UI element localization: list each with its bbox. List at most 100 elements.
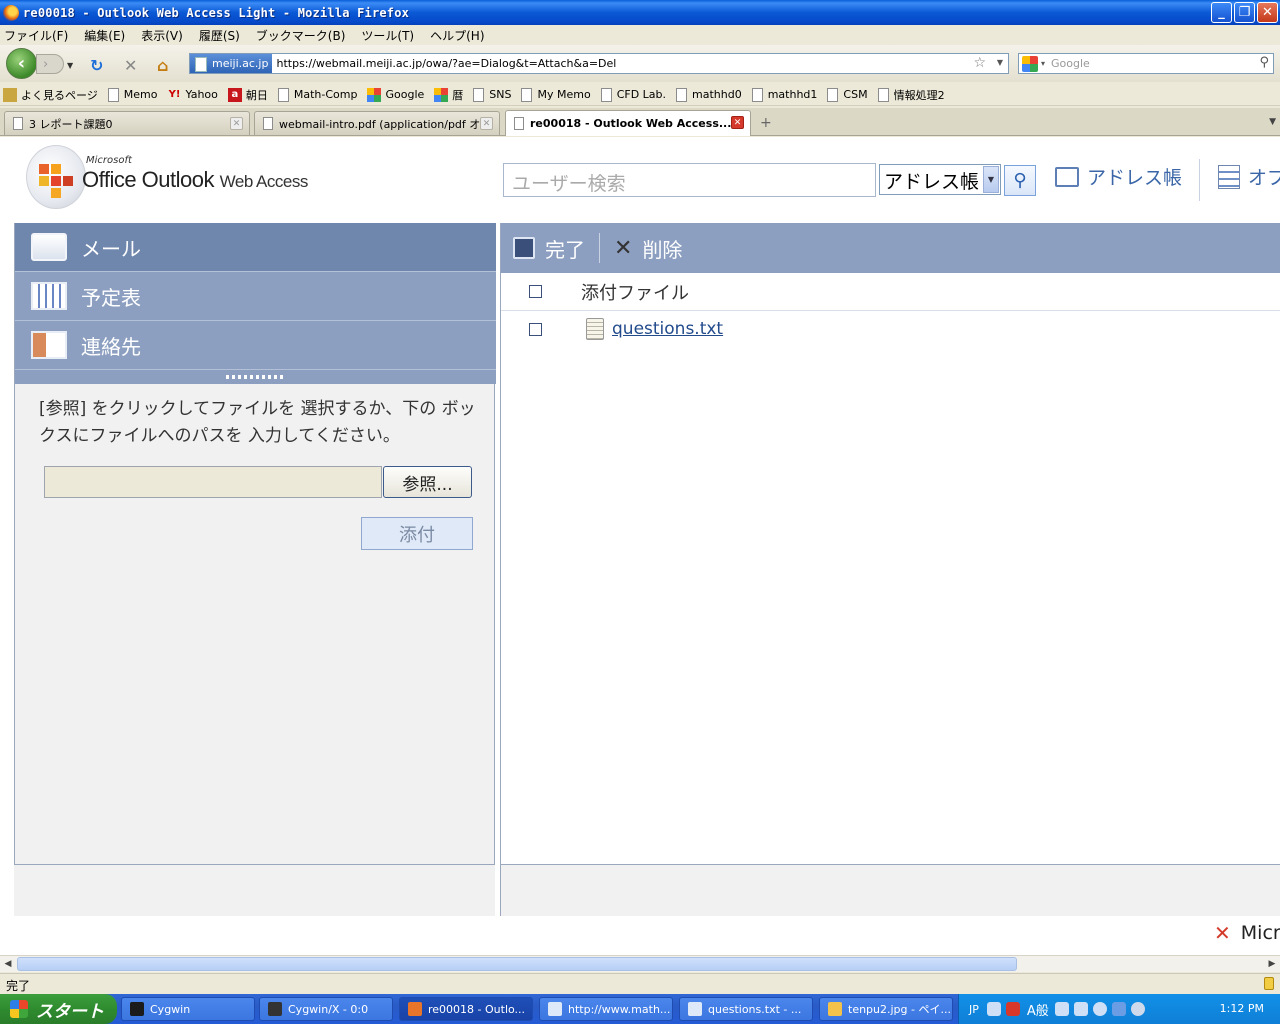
start-label[interactable]: スタート (36, 997, 104, 1022)
close-tab-icon[interactable]: ✕ (480, 117, 493, 130)
menu-help[interactable]: ヘルプ(H) (430, 27, 484, 44)
scrollbar-thumb[interactable] (17, 957, 1017, 971)
scroll-left-icon[interactable]: ◀ (2, 958, 14, 970)
ime-mode-indicator[interactable]: A般 (1027, 1000, 1049, 1019)
start-button[interactable]: スタート (0, 994, 117, 1024)
tab-webmail-pdf[interactable]: webmail-intro.pdf (application/pdf オ... … (254, 111, 500, 135)
minimize-button[interactable]: _ (1211, 2, 1232, 23)
address-book-link[interactable]: アドレス帳 (1055, 163, 1182, 190)
delete-icon[interactable]: ✕ (614, 236, 632, 261)
taskbar-item[interactable]: re00018 - Outlo... (399, 997, 533, 1021)
tab-outlook[interactable]: re00018 - Outlook Web Access... ✕ (505, 110, 751, 136)
site-identity[interactable]: meiji.ac.jp (190, 54, 273, 73)
lock-icon[interactable] (1264, 977, 1274, 990)
bookmark-item[interactable]: SNS (473, 87, 511, 102)
horizontal-scrollbar[interactable]: ◀ ▶ (0, 955, 1280, 972)
product-subtitle: Web Access (219, 172, 309, 191)
bookmark-item[interactable]: mathhd1 (751, 87, 817, 102)
done-button[interactable]: 完了 (545, 234, 585, 263)
home-icon[interactable]: ⌂ (157, 56, 168, 75)
ime-tools-icon[interactable] (1073, 1002, 1088, 1016)
close-tab-icon[interactable]: ✕ (731, 116, 744, 129)
taskbar-item[interactable]: Cygwin (121, 997, 255, 1021)
bookmark-item[interactable]: Y! Yahoo (168, 88, 218, 102)
reload-icon[interactable]: ↻ (90, 56, 103, 75)
help-icon[interactable] (1092, 1002, 1107, 1016)
bookmark-item[interactable]: 情報処理2 (877, 87, 945, 103)
nav-calendar[interactable]: 予定表 (15, 272, 496, 321)
bookmark-item[interactable]: 暦 (434, 87, 463, 103)
address-book-label[interactable]: アドレス帳 (1087, 163, 1182, 190)
tab-report[interactable]: 3 レポート課題0 ✕ (4, 111, 250, 135)
status-bar: 完了 (0, 973, 1280, 994)
bookmark-item[interactable]: a 朝日 (227, 87, 268, 103)
save-icon[interactable] (513, 237, 535, 259)
header-divider (1199, 159, 1200, 201)
options-link[interactable]: オプ (1218, 163, 1280, 190)
restore-button[interactable]: ❐ (1234, 2, 1255, 23)
menu-view[interactable]: 表示(V) (141, 27, 183, 44)
taskbar-item[interactable]: tenpu2.jpg - ペイ... (819, 997, 953, 1021)
search-engine-dropdown-icon[interactable]: ▾ (1041, 59, 1045, 68)
search-box[interactable]: ▾ Google ⚲ (1018, 53, 1274, 74)
search-magnifier-icon[interactable]: ⚲ (1259, 55, 1269, 70)
back-button[interactable]: ‹ (6, 48, 37, 79)
tray-expand-icon[interactable] (1130, 1002, 1145, 1016)
url-dropdown-icon[interactable]: ▼ (997, 58, 1003, 67)
menu-tools[interactable]: ツール(T) (361, 27, 414, 44)
user-search-input[interactable]: ユーザー検索 (503, 163, 876, 197)
file-path-input[interactable] (44, 466, 382, 498)
menu-bookmarks[interactable]: ブックマーク(B) (256, 27, 346, 44)
options-label[interactable]: オプ (1248, 163, 1280, 190)
taskbar-item[interactable]: Cygwin/X - 0:0 (259, 997, 393, 1021)
delete-button[interactable]: 削除 (642, 234, 682, 263)
new-tab-icon[interactable]: + (760, 115, 772, 131)
bookmark-item[interactable]: Math-Comp (277, 87, 357, 102)
attach-button[interactable]: 添付 (361, 517, 473, 550)
search-button[interactable]: ⚲ (1004, 165, 1036, 196)
bookmark-item[interactable]: よく見るページ (3, 87, 98, 103)
resize-grip[interactable] (15, 370, 496, 384)
attachment-checkbox[interactable] (529, 322, 542, 336)
ime-dictionary-icon[interactable] (1054, 1002, 1069, 1016)
address-bar[interactable]: meiji.ac.jp https://webmail.meiji.ac.jp/… (189, 53, 1009, 74)
page-icon (676, 87, 688, 102)
tab-list-icon[interactable]: ▼ (1269, 117, 1276, 127)
bookmark-item[interactable]: Memo (107, 87, 158, 102)
bookmark-item[interactable]: My Memo (521, 87, 591, 102)
chevron-down-icon[interactable]: ▼ (983, 166, 999, 193)
menu-file[interactable]: ファイル(F) (4, 27, 68, 44)
ime-icon[interactable] (1005, 1002, 1020, 1016)
search-placeholder[interactable]: Google (1051, 57, 1090, 70)
window-title: re00018 - Outlook Web Access Light - Moz… (23, 5, 410, 20)
browse-button[interactable]: 参照... (383, 466, 472, 498)
keyboard-icon[interactable] (986, 1002, 1001, 1016)
taskbar-item[interactable]: http://www.math... (539, 997, 673, 1021)
stop-icon[interactable]: ✕ (124, 56, 137, 75)
nav-contacts-label[interactable]: 連絡先 (81, 331, 141, 360)
history-dropdown-icon[interactable]: ▼ (67, 61, 73, 70)
menu-edit[interactable]: 編集(E) (84, 27, 125, 44)
bookmark-item[interactable]: CSM (827, 87, 868, 102)
close-window-button[interactable]: ✕ (1257, 2, 1278, 23)
scroll-right-icon[interactable]: ▶ (1266, 958, 1278, 970)
nav-contacts[interactable]: 連絡先 (15, 321, 496, 370)
address-book-select[interactable]: アドレス帳 ▼ (879, 164, 1001, 195)
network-icon[interactable] (1111, 1002, 1126, 1016)
nav-mail-label[interactable]: メール (81, 233, 141, 262)
bookmark-item[interactable]: Google (367, 87, 424, 102)
taskbar-item[interactable]: questions.txt - ... (679, 997, 813, 1021)
bookmark-item[interactable]: CFD Lab. (600, 87, 666, 102)
close-tab-icon[interactable]: ✕ (230, 117, 243, 130)
language-indicator[interactable]: JP (969, 1003, 979, 1016)
forward-button[interactable]: › (36, 54, 64, 74)
nav-calendar-label[interactable]: 予定表 (81, 282, 141, 311)
bookmark-item[interactable]: mathhd0 (676, 87, 742, 102)
attachment-link[interactable]: questions.txt (612, 319, 723, 339)
url-text[interactable]: https://webmail.meiji.ac.jp/owa/?ae=Dial… (276, 57, 616, 70)
google-icon[interactable] (1022, 55, 1038, 72)
select-all-checkbox[interactable] (529, 285, 542, 298)
menu-history[interactable]: 履歴(S) (199, 27, 240, 44)
nav-mail[interactable]: メール (15, 223, 496, 272)
bookmark-star-icon[interactable]: ☆ (973, 55, 986, 71)
